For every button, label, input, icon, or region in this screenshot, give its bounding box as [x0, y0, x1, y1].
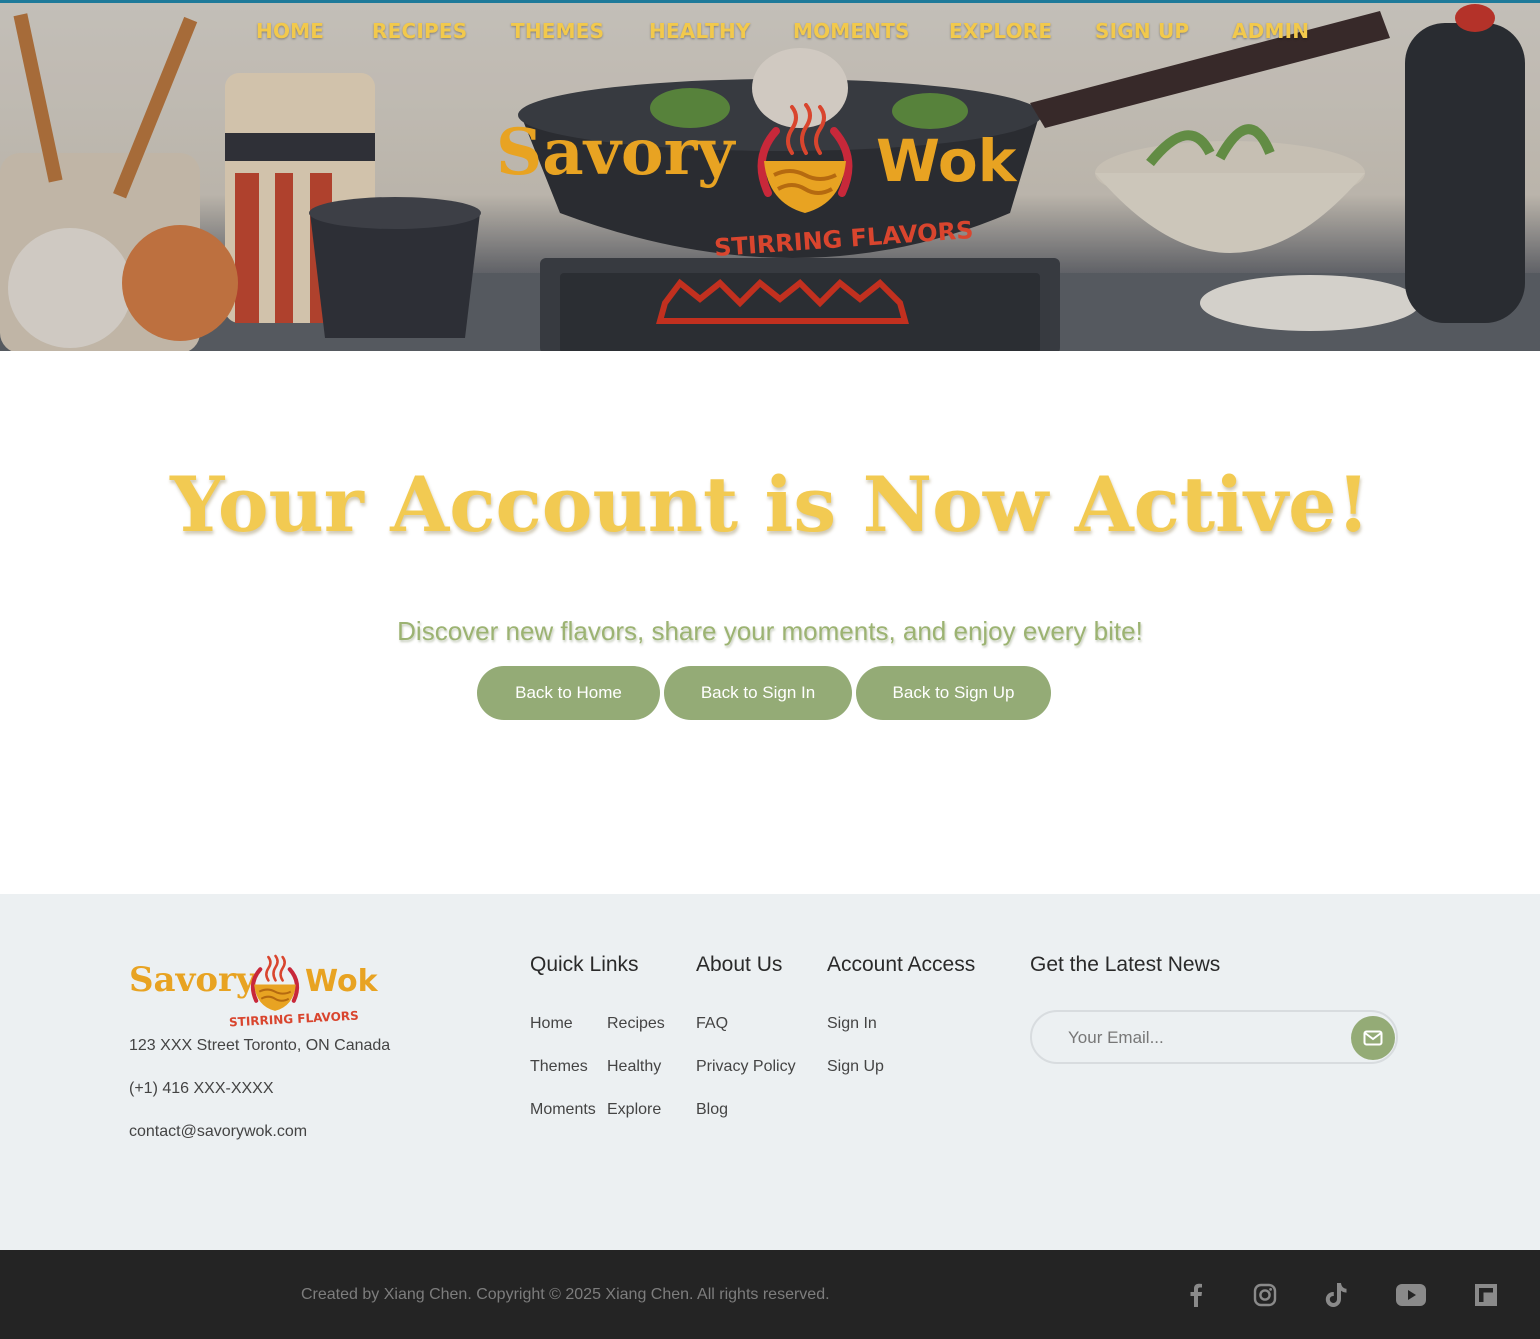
bottom-bar: Created by Xiang Chen. Copyright © 2025 …: [0, 1250, 1540, 1339]
nav-explore[interactable]: EXPLORE: [949, 19, 1052, 43]
nav-home[interactable]: HOME: [256, 19, 324, 43]
footer-address: 123 XXX Street Toronto, ON Canada: [129, 1037, 391, 1054]
footer-link-healthy[interactable]: Healthy: [607, 1058, 661, 1076]
footer-wok-bowl-icon: [250, 954, 300, 1011]
logo-tagline: STIRRING FLAVORS: [713, 215, 975, 263]
nav-moments[interactable]: MOMENTS: [793, 19, 910, 43]
page-title: Your Account is Now Active!: [170, 460, 1370, 549]
footer-link-recipes[interactable]: Recipes: [607, 1015, 665, 1033]
tiktok-icon[interactable]: [1323, 1282, 1349, 1308]
nav-themes[interactable]: THEMES: [511, 19, 604, 43]
logo-name-part1: Savory: [496, 115, 735, 190]
logo-name-part2: Wok: [876, 127, 1017, 195]
nav-admin[interactable]: ADMIN: [1232, 19, 1309, 43]
footer-email-link[interactable]: contact@savorywok.com: [129, 1123, 307, 1141]
footer-link-faq[interactable]: FAQ: [696, 1015, 728, 1033]
hero-logo: Savory Wok STIRRING FLAVORS: [496, 103, 1036, 268]
footer-link-home[interactable]: Home: [530, 1015, 573, 1033]
footer-link-privacy-policy[interactable]: Privacy Policy: [696, 1058, 796, 1076]
newsletter-heading: Get the Latest News: [1030, 953, 1221, 976]
hero-banner: HOME RECIPES THEMES HEALTHY MOMENTS EXPL…: [0, 0, 1540, 351]
newsletter-submit-button[interactable]: [1351, 1016, 1395, 1060]
instagram-icon[interactable]: [1252, 1282, 1278, 1308]
wok-bowl-icon: [757, 103, 853, 213]
nav-sign-up[interactable]: SIGN UP: [1095, 19, 1189, 43]
back-to-sign-in-button[interactable]: Back to Sign In: [664, 666, 852, 720]
envelope-icon: [1363, 1030, 1383, 1046]
main-nav: HOME RECIPES THEMES HEALTHY MOMENTS EXPL…: [0, 19, 1540, 51]
page-subtitle: Discover new flavors, share your moments…: [397, 616, 1143, 646]
footer-logo-name-part2: Wok: [305, 964, 378, 999]
footer-link-sign-up[interactable]: Sign Up: [827, 1058, 884, 1076]
quick-links-heading: Quick Links: [530, 953, 639, 976]
flipboard-icon[interactable]: [1473, 1282, 1499, 1308]
back-to-sign-up-button[interactable]: Back to Sign Up: [856, 666, 1051, 720]
site-footer: Savory Wok STIRRING FLAVORS 123 XXX Stre…: [0, 894, 1540, 1250]
footer-link-blog[interactable]: Blog: [696, 1101, 728, 1119]
copyright-text: Created by Xiang Chen. Copyright © 2025 …: [301, 1286, 830, 1303]
newsletter-form: [1030, 1010, 1398, 1064]
footer-logo-name-part1: Savory: [129, 960, 256, 1000]
footer-link-themes[interactable]: Themes: [530, 1058, 588, 1076]
account-access-heading: Account Access: [827, 953, 976, 976]
footer-link-explore[interactable]: Explore: [607, 1101, 661, 1119]
back-to-home-button[interactable]: Back to Home: [477, 666, 660, 720]
nav-healthy[interactable]: HEALTHY: [649, 19, 751, 43]
footer-phone: (+1) 416 XXX-XXXX: [129, 1080, 274, 1097]
footer-logo[interactable]: Savory Wok STIRRING FLAVORS: [129, 954, 389, 1032]
footer-link-moments[interactable]: Moments: [530, 1101, 596, 1119]
facebook-icon[interactable]: [1183, 1282, 1209, 1308]
nav-recipes[interactable]: RECIPES: [372, 19, 467, 43]
footer-link-sign-in[interactable]: Sign In: [827, 1015, 877, 1033]
about-us-heading: About Us: [696, 953, 783, 976]
youtube-icon[interactable]: [1396, 1282, 1426, 1308]
newsletter-email-input[interactable]: [1068, 1024, 1338, 1052]
